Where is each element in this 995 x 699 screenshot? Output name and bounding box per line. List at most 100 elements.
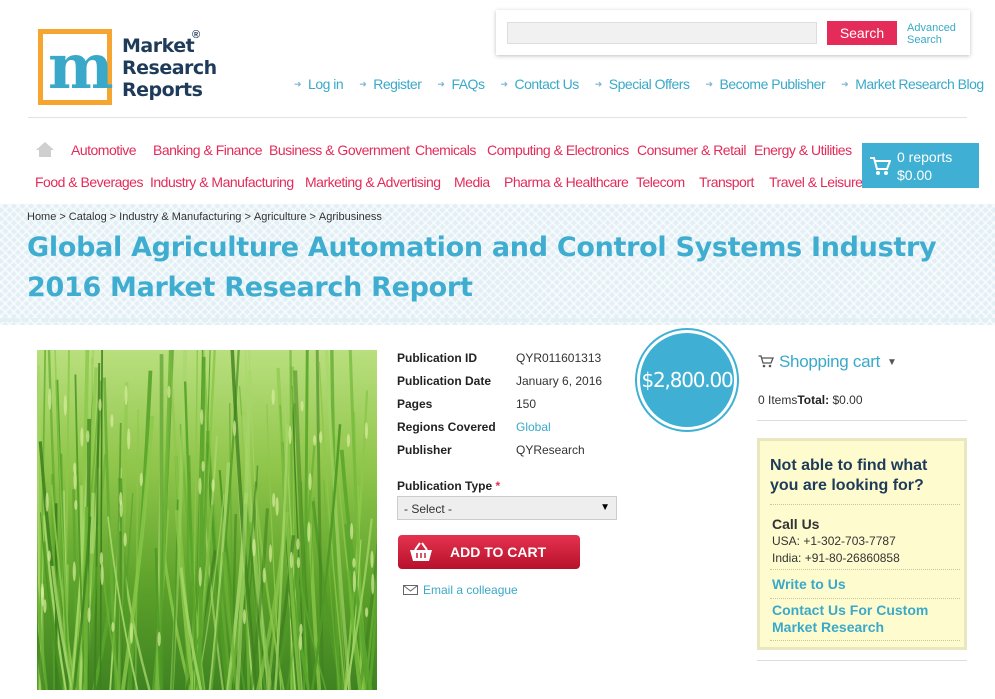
grain-head bbox=[72, 561, 76, 582]
breadcrumb-home[interactable]: Home bbox=[27, 211, 56, 223]
contact-custom-research-link[interactable]: Contact Us For Custom Market Research bbox=[772, 602, 962, 636]
shopping-cart-toggle[interactable]: Shopping cart ▼ bbox=[758, 352, 897, 372]
category-media[interactable]: Media bbox=[454, 174, 490, 190]
home-icon[interactable] bbox=[35, 141, 55, 158]
grain-head bbox=[98, 398, 102, 412]
grain-head bbox=[139, 472, 143, 487]
grain-head bbox=[288, 425, 292, 445]
advanced-search-link[interactable]: Advanced Search bbox=[907, 22, 967, 46]
search-input[interactable] bbox=[507, 22, 817, 44]
category-banking-finance[interactable]: Banking & Finance bbox=[153, 142, 263, 158]
arrow-right-icon: ➜ bbox=[594, 78, 603, 89]
grain-head bbox=[198, 477, 202, 495]
breadcrumb-separator: > bbox=[244, 211, 251, 223]
grain-head bbox=[123, 532, 127, 547]
help-title: Not able to find what you are looking fo… bbox=[770, 457, 928, 494]
logo-line-1: Market bbox=[122, 35, 195, 57]
selected-option: - Select - bbox=[404, 502, 453, 516]
grain-head bbox=[296, 557, 301, 569]
envelope-icon bbox=[403, 585, 418, 595]
category-transport[interactable]: Transport bbox=[699, 174, 754, 190]
phone-india: India: +91-80-26860858 bbox=[772, 551, 900, 565]
grain-head bbox=[350, 523, 354, 540]
link-label: Register bbox=[373, 76, 422, 92]
detail-label: Pages bbox=[397, 397, 433, 411]
link-label: Market Research Blog bbox=[855, 76, 984, 92]
faqs-link[interactable]: ➜ FAQs bbox=[437, 75, 485, 93]
arrow-right-icon: ➜ bbox=[500, 78, 508, 89]
logo-mark: m bbox=[38, 29, 114, 105]
publication-type-select[interactable]: - Select - ▼ bbox=[397, 496, 617, 520]
grain-head bbox=[371, 573, 375, 595]
category-computing-electronics[interactable]: Computing & Electronics bbox=[487, 142, 629, 158]
register-link[interactable]: ➜ Register bbox=[359, 75, 422, 93]
arrow-right-icon: ➜ bbox=[359, 78, 367, 89]
page-title: Global Agriculture Automation and Contro… bbox=[27, 232, 937, 303]
become-publisher-link[interactable]: ➜ Become Publisher bbox=[705, 75, 825, 93]
category-marketing-advertising[interactable]: Marketing & Advertising bbox=[305, 174, 441, 190]
shopping-cart-title: Shopping cart bbox=[779, 352, 881, 371]
required-mark: * bbox=[495, 479, 501, 493]
grain-head bbox=[268, 544, 273, 563]
link-label: Log in bbox=[308, 76, 344, 92]
breadcrumb-industry[interactable]: Industry & Manufacturing bbox=[119, 211, 241, 223]
category-energy-utilities[interactable]: Energy & Utilities bbox=[754, 142, 852, 158]
contact-us-link[interactable]: ➜ Contact Us bbox=[500, 75, 579, 93]
write-to-us-link[interactable]: Write to Us bbox=[772, 576, 962, 593]
category-automotive[interactable]: Automotive bbox=[71, 142, 137, 158]
detail-value: January 6, 2016 bbox=[516, 374, 603, 388]
logo-wordmark: Market Research Reports bbox=[122, 35, 217, 101]
grain-head bbox=[299, 623, 303, 635]
category-travel-leisure[interactable]: Travel & Leisure bbox=[769, 174, 863, 190]
cart-total-value: $0.00 bbox=[829, 393, 863, 407]
grain-head bbox=[272, 493, 276, 508]
breadcrumb-agriculture[interactable]: Agriculture bbox=[254, 211, 307, 223]
dotted-divider bbox=[770, 640, 960, 641]
category-consumer-retail[interactable]: Consumer & Retail bbox=[637, 142, 747, 158]
category-business-government[interactable]: Business & Government bbox=[269, 142, 410, 158]
site-logo[interactable]: m Market Research Reports ® bbox=[38, 29, 218, 109]
breadcrumb-agribusiness[interactable]: Agribusiness bbox=[319, 211, 382, 223]
arrow-right-icon: ➜ bbox=[437, 78, 445, 89]
category-food-beverages[interactable]: Food & Beverages bbox=[35, 174, 143, 190]
dropdown-caret-icon: ▼ bbox=[600, 502, 610, 513]
publication-type-label: Publication Type * bbox=[397, 479, 500, 493]
grain-head bbox=[232, 420, 237, 437]
cart-icon bbox=[870, 157, 891, 175]
category-chemicals[interactable]: Chemicals bbox=[415, 142, 476, 158]
grain-head bbox=[129, 622, 134, 644]
grain-head bbox=[300, 400, 304, 412]
blog-link[interactable]: ➜ Market Research Blog bbox=[841, 75, 984, 93]
login-link[interactable]: ➜ Log in bbox=[294, 75, 344, 93]
arrow-right-icon: ➜ bbox=[705, 78, 713, 89]
category-pharma-healthcare[interactable]: Pharma & Healthcare bbox=[504, 174, 629, 190]
grain-head bbox=[211, 479, 215, 492]
detail-value: QYResearch bbox=[516, 443, 585, 457]
search-panel: Search Advanced Search bbox=[496, 10, 970, 55]
grain-head bbox=[157, 631, 161, 647]
email-colleague-link[interactable]: Email a colleague bbox=[403, 583, 518, 597]
special-offers-link[interactable]: ➜ Special Offers bbox=[595, 75, 690, 93]
grass-field-illustration bbox=[37, 350, 377, 690]
grain-head bbox=[198, 567, 202, 587]
grain-head bbox=[167, 385, 171, 399]
grain-head bbox=[74, 499, 78, 511]
grain-head bbox=[124, 385, 128, 405]
call-us-heading: Call Us bbox=[772, 516, 820, 532]
category-industry-manufacturing[interactable]: Industry & Manufacturing bbox=[150, 174, 294, 190]
grain-head bbox=[43, 599, 47, 613]
region-global-link[interactable]: Global bbox=[516, 420, 551, 434]
add-to-cart-button[interactable]: ADD TO CART bbox=[398, 535, 580, 569]
logo-line-3: Reports bbox=[122, 79, 203, 101]
search-button[interactable]: Search bbox=[827, 21, 897, 45]
grain-head bbox=[271, 389, 275, 405]
grain-head bbox=[200, 409, 204, 425]
category-telecom[interactable]: Telecom bbox=[636, 174, 685, 190]
grain-head bbox=[73, 471, 77, 490]
cart-items-count: 0 Items bbox=[758, 393, 798, 407]
grain-head bbox=[364, 422, 368, 440]
breadcrumb-catalog[interactable]: Catalog bbox=[69, 211, 107, 223]
header-cart-button[interactable]: 0 reports $0.00 bbox=[862, 143, 979, 188]
grain-head bbox=[47, 550, 51, 562]
grain-head bbox=[119, 492, 123, 506]
